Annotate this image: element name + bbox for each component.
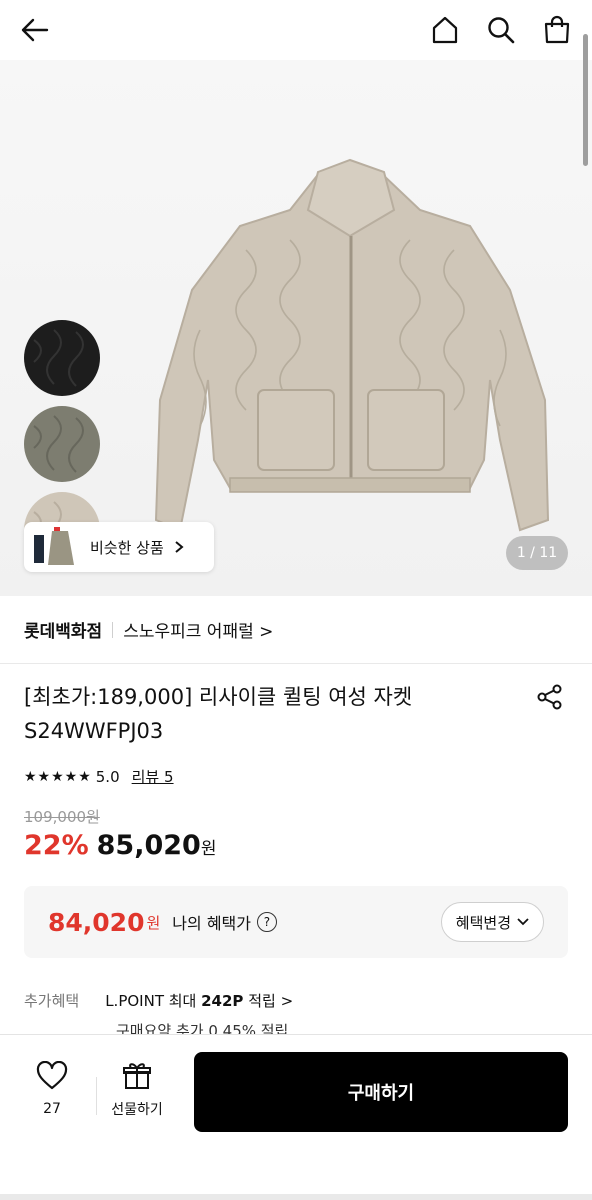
buy-button[interactable]: 구매하기 bbox=[194, 1052, 568, 1132]
help-icon[interactable]: ? bbox=[256, 912, 277, 932]
heart-icon bbox=[36, 1060, 68, 1090]
similar-products-button[interactable]: 비슷한 상품 bbox=[24, 522, 214, 572]
lpoint-value: 242P bbox=[201, 992, 244, 1010]
extra-benefits-key: 추가혜택 bbox=[24, 992, 80, 1010]
rating-score: 5.0 bbox=[95, 767, 120, 786]
image-counter: 1 / 11 bbox=[506, 536, 568, 570]
original-price: 109,000원 bbox=[24, 808, 100, 826]
home-icon[interactable] bbox=[428, 13, 462, 47]
like-button[interactable]: 27 bbox=[30, 1060, 74, 1117]
brand-divider bbox=[112, 621, 114, 638]
benefit-price-currency: 원 bbox=[146, 913, 161, 932]
discount-rate: 22% bbox=[24, 830, 89, 861]
lpoint-prefix: L.POINT 최대 bbox=[105, 992, 202, 1010]
gift-button[interactable]: 선물하기 bbox=[104, 1061, 170, 1119]
back-icon[interactable] bbox=[18, 13, 52, 47]
chevron-right-icon bbox=[175, 541, 184, 553]
color-swatch-black[interactable] bbox=[24, 320, 100, 396]
similar-product-thumbnail bbox=[34, 527, 80, 567]
change-benefit-label: 혜택변경 bbox=[455, 913, 511, 932]
bottom-divider bbox=[96, 1077, 97, 1115]
store-name[interactable]: 롯데백화점 bbox=[24, 617, 102, 642]
top-nav bbox=[0, 0, 592, 60]
chevron-down-icon bbox=[517, 918, 529, 926]
extra-benefits: 추가혜택 L.POINT 최대 242P 적립 > bbox=[24, 990, 568, 1011]
bottom-action-bar: 27 선물하기 구매하기 bbox=[0, 1034, 592, 1200]
share-icon[interactable] bbox=[536, 683, 564, 715]
lpoint-benefit-link[interactable]: L.POINT 최대 242P 적립 > bbox=[105, 990, 293, 1011]
product-image-carousel[interactable]: 비슷한 상품 1 / 11 bbox=[0, 60, 592, 596]
extra-benefit-line2: 구매요약 추가 0.45% 적립 bbox=[116, 1022, 289, 1034]
product-title-line1: [최초가:189,000] 리사이클 퀼팅 여성 자켓 bbox=[24, 685, 413, 709]
sale-price-currency: 원 bbox=[200, 839, 217, 859]
benefit-label: 나의 혜택가 ? bbox=[172, 910, 277, 934]
brand-row: 롯데백화점 스노우피크 어패럴 > bbox=[0, 596, 592, 664]
change-benefit-button[interactable]: 혜택변경 bbox=[440, 902, 544, 942]
gift-icon bbox=[123, 1063, 151, 1089]
review-link[interactable]: 리뷰 5 bbox=[132, 766, 174, 787]
search-icon[interactable] bbox=[484, 13, 518, 47]
lpoint-suffix: 적립 > bbox=[243, 992, 294, 1010]
rating-row: ★★★★★ 5.0 리뷰 5 bbox=[24, 766, 174, 787]
color-swatch-khaki[interactable] bbox=[24, 406, 100, 482]
product-title-line2: S24WWFPJ03 bbox=[24, 719, 164, 743]
product-title: [최초가:189,000] 리사이클 퀼팅 여성 자켓 S24WWFPJ03 bbox=[24, 680, 524, 748]
benefit-label-text: 나의 혜택가 bbox=[172, 914, 251, 933]
header-actions bbox=[428, 13, 574, 47]
rating-stars: ★★★★★ bbox=[24, 768, 92, 785]
like-count: 27 bbox=[43, 1101, 61, 1117]
home-indicator-area bbox=[0, 1194, 592, 1200]
gift-label: 선물하기 bbox=[111, 1102, 163, 1118]
benefit-price: 84,020 bbox=[48, 907, 145, 937]
shopping-bag-icon[interactable] bbox=[540, 13, 574, 47]
my-benefit-price-box: 84,020 원 나의 혜택가 ? 혜택변경 bbox=[24, 886, 568, 958]
sale-price: 85,020 bbox=[96, 830, 201, 861]
scrollbar[interactable] bbox=[583, 34, 588, 166]
sale-price-row: 22% 85,020원 bbox=[24, 830, 216, 861]
similar-products-label: 비슷한 상품 bbox=[90, 538, 164, 557]
brand-link[interactable]: 스노우피크 어패럴 > bbox=[123, 617, 273, 642]
